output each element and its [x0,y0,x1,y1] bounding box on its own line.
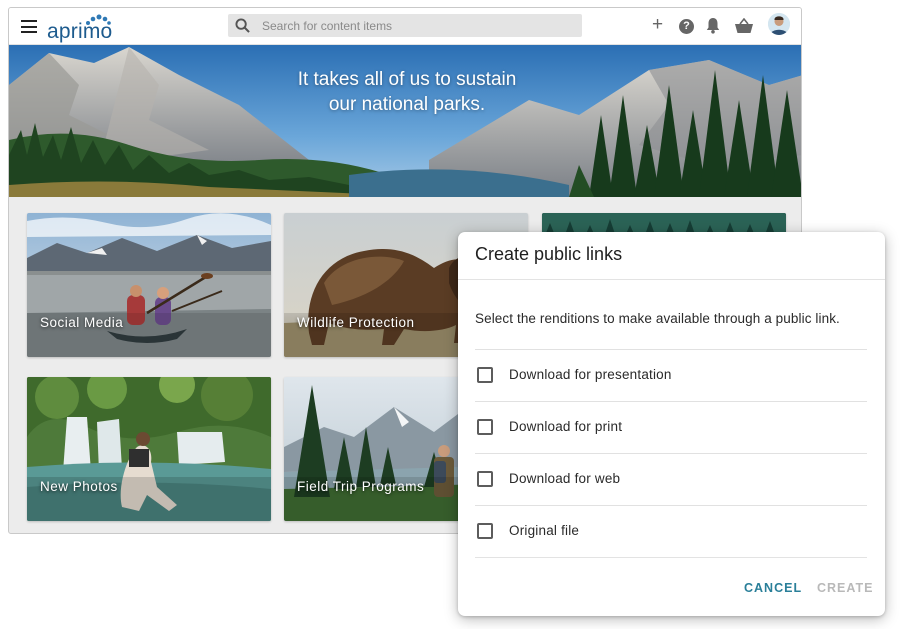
checkbox[interactable] [477,523,493,539]
top-bar: aprimo + ? [9,8,801,45]
tile-label: Field Trip Programs [297,479,425,494]
tile-label: Wildlife Protection [297,315,415,330]
tile-image-lake-kayak [27,213,271,357]
checkbox[interactable] [477,419,493,435]
bell-icon[interactable] [706,17,720,34]
search-icon[interactable] [235,18,250,33]
dialog-description: Select the renditions to make available … [475,311,840,326]
dialog-footer-divider [475,557,867,558]
option-label: Download for presentation [509,367,672,382]
option-download-for-print[interactable]: Download for print [475,401,867,451]
option-original-file[interactable]: Original file [475,505,867,555]
option-label: Download for web [509,471,621,486]
logo-dots-icon [86,14,111,25]
tile-label: Social Media [40,315,124,330]
hero-headline-line2: our national parks. [328,94,486,115]
tile-image-waterfall [27,377,271,521]
checkbox[interactable] [477,471,493,487]
checkbox[interactable] [477,367,493,383]
avatar[interactable] [768,13,790,35]
hero-banner: It takes all of us to sustain our nation… [9,45,801,197]
plus-icon[interactable]: + [652,15,663,34]
option-download-for-web[interactable]: Download for web [475,453,867,503]
cancel-button[interactable]: CANCEL [744,581,802,595]
search-input[interactable] [262,14,572,37]
option-label: Download for print [509,419,623,434]
hero-headline: It takes all of us to sustain our nation… [257,67,557,117]
search-bar [228,14,582,37]
hero-headline-line1: It takes all of us to sustain [297,69,517,90]
tile-label: New Photos [40,479,118,494]
basket-icon[interactable] [734,18,754,34]
tile-social-media[interactable]: Social Media [27,213,271,357]
dialog-title: Create public links [475,244,623,264]
option-download-for-presentation[interactable]: Download for presentation [475,349,867,399]
create-button[interactable]: CREATE [817,581,873,595]
help-icon[interactable]: ? [679,19,694,34]
tile-new-photos[interactable]: New Photos [27,377,271,521]
dialog-header-divider [458,279,885,280]
menu-icon[interactable] [21,20,37,33]
option-label: Original file [509,523,580,538]
create-public-links-dialog: Create public links Select the rendition… [458,232,885,616]
